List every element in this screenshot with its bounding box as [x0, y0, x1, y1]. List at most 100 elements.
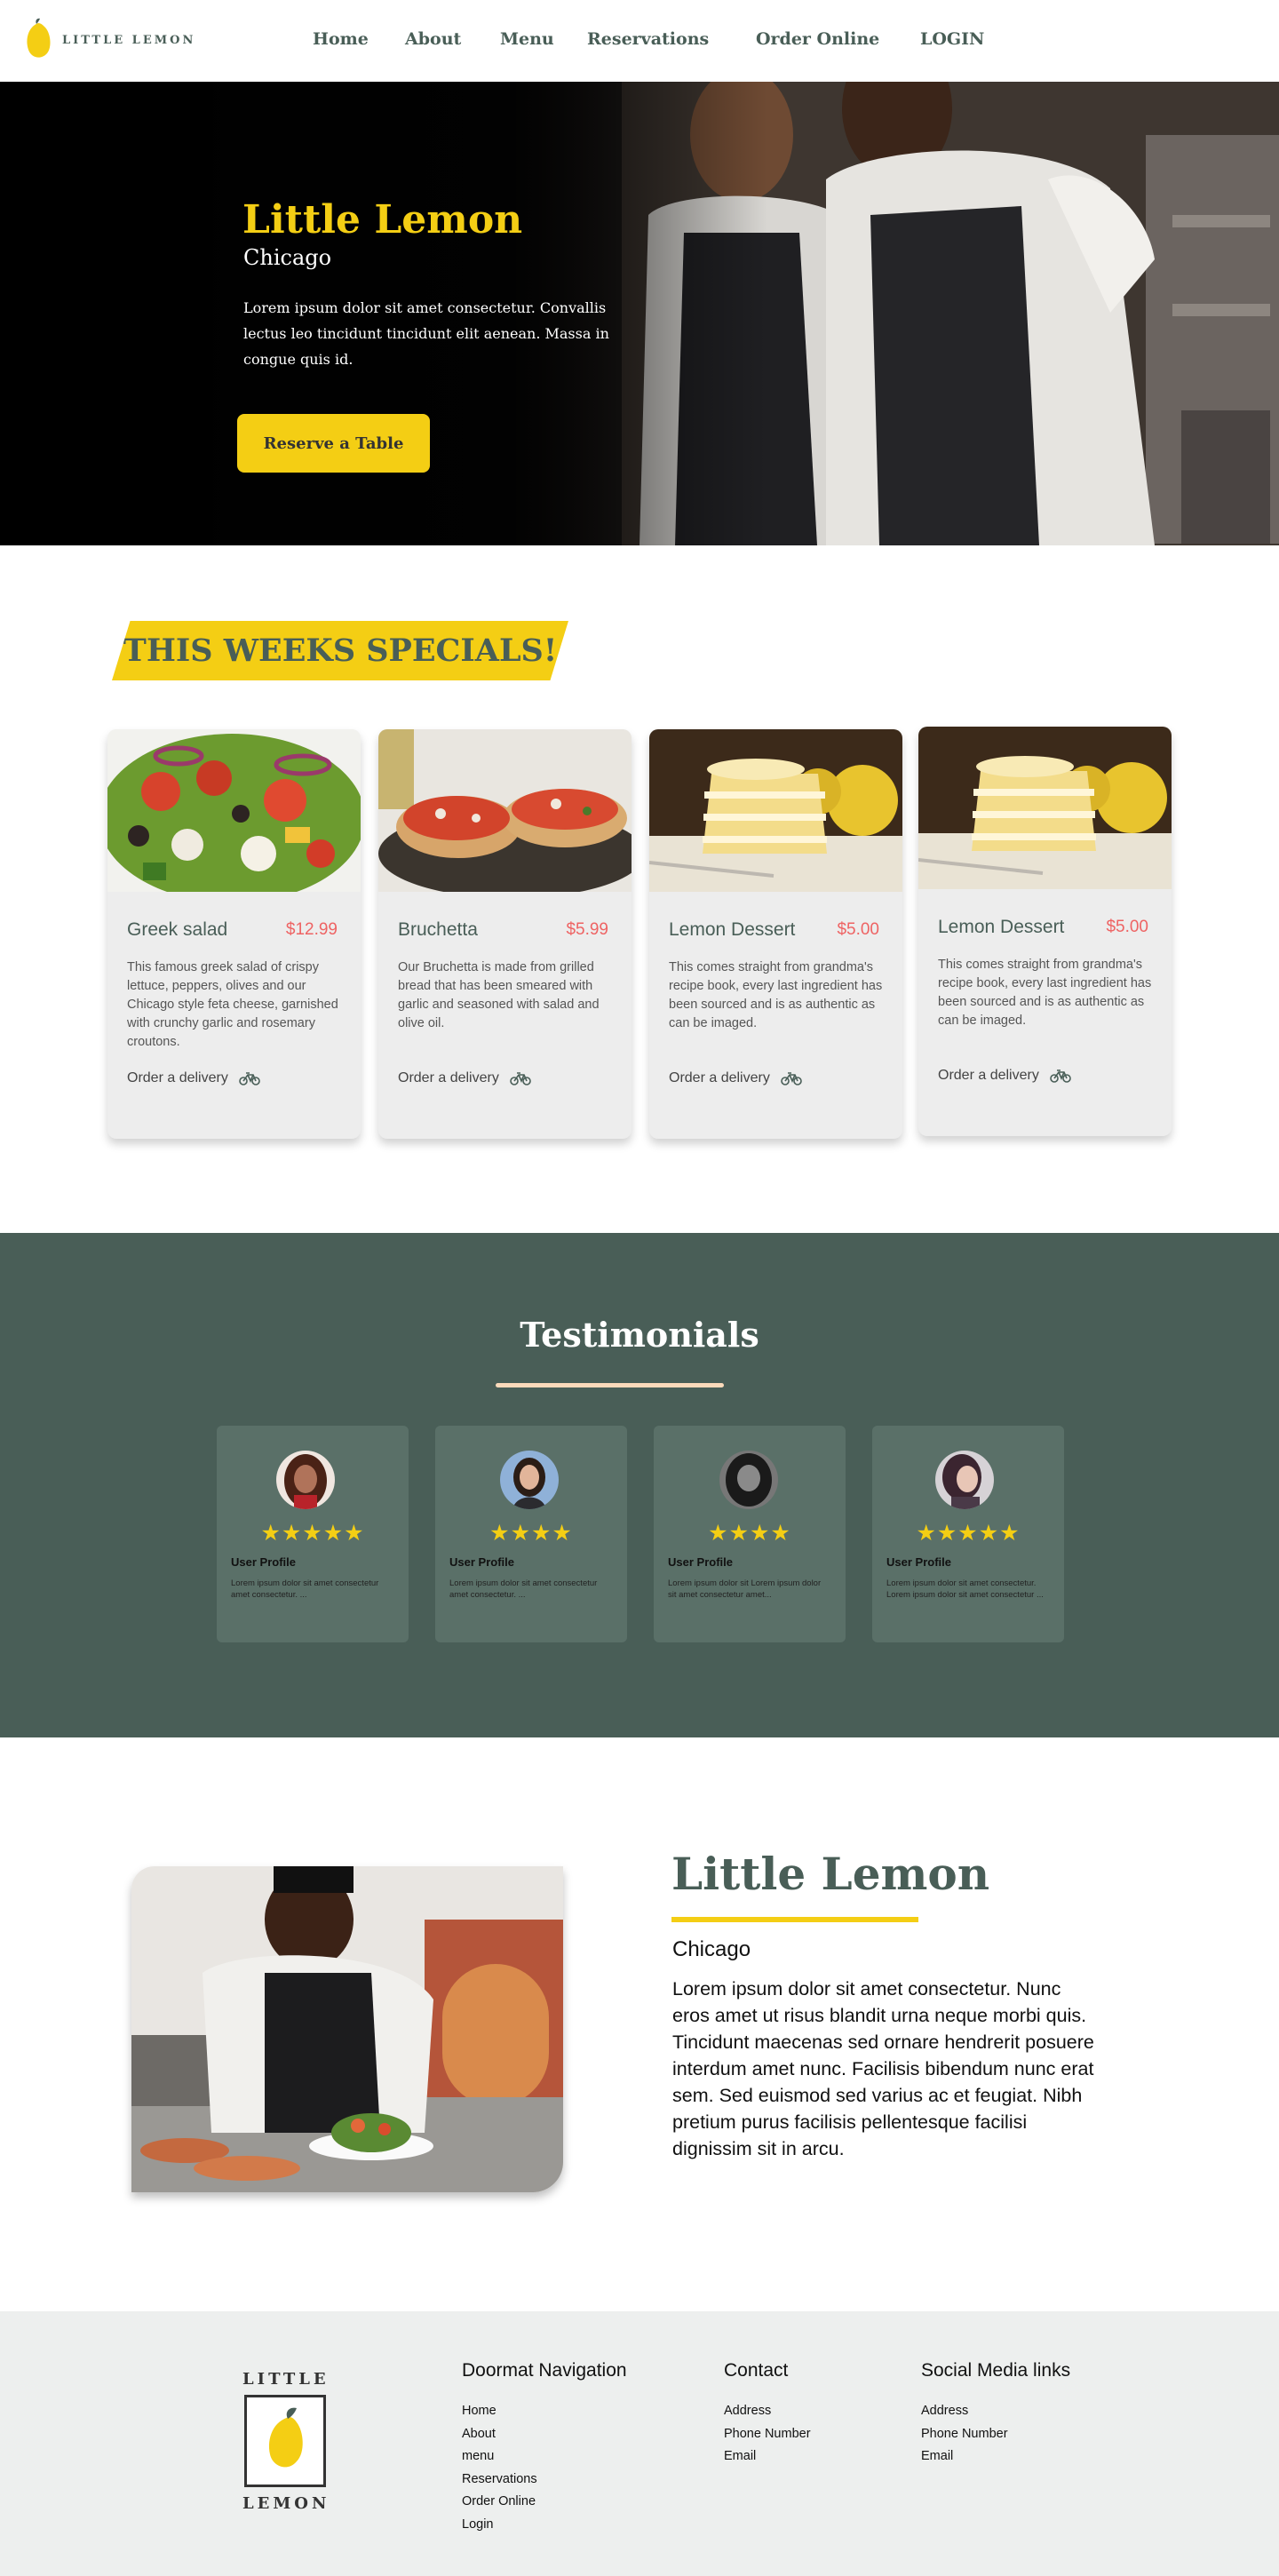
footer-doormat-list: Home About menu Reservations Order Onlin… [462, 2400, 537, 2536]
about-subtitle: Chicago [672, 1937, 751, 1961]
avatar [276, 1451, 335, 1509]
testimonial-card: ★★★★★ User Profile Lorem ipsum dolor sit… [217, 1426, 409, 1642]
special-card[interactable]: Lemon Dessert $5.00 This comes straight … [918, 727, 1172, 1136]
dish-price: $5.00 [837, 920, 879, 939]
dish-name: Lemon Dessert [938, 917, 1065, 937]
dish-price: $12.99 [285, 920, 338, 939]
nav-order-online[interactable]: Order Online [756, 29, 879, 49]
special-card[interactable]: Bruchetta $5.99 Our Bruchetta is made fr… [378, 729, 632, 1139]
bicycle-icon [510, 1072, 531, 1085]
dish-name: Lemon Dessert [669, 919, 796, 940]
footer-contact-list: Address Phone Number Email [724, 2400, 811, 2469]
hero-section: Little Lemon Chicago Lorem ipsum dolor s… [0, 82, 1279, 545]
special-card[interactable]: Lemon Dessert $5.00 This comes straight … [649, 729, 902, 1139]
hero-subtitle: Chicago [243, 245, 332, 270]
page: LITTLE LEMON Home About Menu Reservation… [0, 0, 1279, 2576]
order-delivery-label: Order a delivery [127, 1070, 228, 1085]
dish-description: Our Bruchetta is made from grilled bread… [398, 960, 600, 1030]
lemon-dessert-image [649, 729, 902, 892]
bicycle-icon [781, 1072, 802, 1085]
footer-social-phone[interactable]: Phone Number [921, 2423, 1008, 2446]
dish-name: Greek salad [127, 919, 228, 940]
footer-social-title: Social Media links [921, 2360, 1071, 2381]
lemon-logo-icon [27, 18, 51, 58]
footer-contact-address[interactable]: Address [724, 2400, 811, 2423]
testimonial-text: Lorem ipsum dolor sit amet consectetur a… [449, 1578, 598, 1600]
bicycle-icon [239, 1072, 260, 1085]
lemon-logo-icon [268, 2407, 303, 2468]
nav-login[interactable]: LOGIN [920, 29, 984, 49]
chef-plating-image [131, 1866, 563, 2192]
special-card[interactable]: Greek salad $12.99 This famous greek sal… [107, 729, 361, 1139]
avatar [500, 1451, 559, 1509]
footer-link-login[interactable]: Login [462, 2514, 537, 2537]
order-delivery-label: Order a delivery [938, 1068, 1039, 1083]
footer-contact-email[interactable]: Email [724, 2445, 811, 2469]
dish-description: This famous greek salad of crispy lettuc… [127, 960, 338, 1049]
user-profile-name: User Profile [449, 1555, 514, 1569]
specials-heading-text: THIS WEEKS SPECIALS! [123, 632, 558, 669]
star-rating: ★★★★ [489, 1521, 573, 1546]
order-delivery-link[interactable]: Order a delivery [398, 1070, 531, 1086]
star-rating: ★★★★★ [260, 1521, 365, 1546]
specials-heading: THIS WEEKS SPECIALS! [112, 621, 568, 680]
about-underline [671, 1917, 918, 1922]
footer-link-menu[interactable]: menu [462, 2445, 537, 2469]
testimonial-text: Lorem ipsum dolor sit amet consectetur. … [886, 1578, 1044, 1600]
dish-name: Bruchetta [398, 919, 478, 940]
footer-contact-phone[interactable]: Phone Number [724, 2423, 811, 2446]
footer: LITTLE LEMON Doormat Navigation Home Abo… [0, 2311, 1279, 2576]
footer-social-list: Address Phone Number Email [921, 2400, 1008, 2469]
hero-description: Lorem ipsum dolor sit amet consectetur. … [243, 299, 609, 368]
reserve-table-button[interactable]: Reserve a Table [237, 414, 430, 473]
site-logo[interactable]: LITTLE LEMON [23, 18, 195, 62]
user-profile-name: User Profile [886, 1555, 951, 1569]
nav-menu[interactable]: Menu [500, 29, 554, 49]
bicycle-icon [1050, 1069, 1071, 1083]
dish-price: $5.00 [1106, 918, 1148, 936]
hero-chefs-image [0, 82, 1279, 545]
footer-link-about[interactable]: About [462, 2423, 537, 2446]
user-profile-name: User Profile [668, 1555, 733, 1569]
testimonial-card: ★★★★ User Profile Lorem ipsum dolor sit … [654, 1426, 846, 1642]
testimonials-underline [496, 1383, 724, 1387]
testimonial-card: ★★★★★ User Profile Lorem ipsum dolor sit… [872, 1426, 1064, 1642]
footer-contact-title: Contact [724, 2360, 789, 2381]
user-profile-name: User Profile [231, 1555, 296, 1569]
about-description: Lorem ipsum dolor sit amet consectetur. … [672, 1978, 1094, 2159]
testimonials-section: Testimonials ★★★★★ User Profile Lorem ip… [0, 1233, 1279, 1737]
footer-social-email[interactable]: Email [921, 2445, 1008, 2469]
testimonial-text: Lorem ipsum dolor sit Lorem ipsum dolor … [668, 1578, 822, 1600]
star-rating: ★★★★ [708, 1521, 791, 1546]
top-nav: LITTLE LEMON Home About Menu Reservation… [0, 0, 1279, 82]
testimonial-card: ★★★★ User Profile Lorem ipsum dolor sit … [435, 1426, 627, 1642]
star-rating: ★★★★★ [916, 1521, 1021, 1546]
order-delivery-link[interactable]: Order a delivery [938, 1068, 1071, 1084]
hero-title: Little Lemon [242, 197, 523, 242]
dish-description: This comes straight from grandma's recip… [669, 960, 883, 1030]
order-delivery-link[interactable]: Order a delivery [669, 1070, 802, 1086]
footer-link-reservations[interactable]: Reservations [462, 2469, 537, 2492]
footer-social-address[interactable]: Address [921, 2400, 1008, 2423]
footer-logo-bottom: LEMON [242, 2494, 330, 2513]
lemon-dessert-image [918, 727, 1172, 889]
footer-link-order-online[interactable]: Order Online [462, 2491, 537, 2514]
order-delivery-label: Order a delivery [669, 1070, 770, 1085]
nav-home[interactable]: Home [313, 29, 369, 49]
dish-description: This comes straight from grandma's recip… [938, 958, 1152, 1028]
footer-logo-top: LITTLE [242, 2370, 330, 2389]
order-delivery-link[interactable]: Order a delivery [127, 1070, 260, 1086]
greek-salad-image [107, 729, 361, 902]
order-delivery-label: Order a delivery [398, 1070, 499, 1085]
nav-reservations[interactable]: Reservations [587, 29, 709, 49]
dish-price: $5.99 [566, 920, 608, 939]
bruchetta-image [378, 729, 632, 898]
avatar [719, 1451, 778, 1509]
footer-link-home[interactable]: Home [462, 2400, 537, 2423]
nav-about[interactable]: About [405, 29, 461, 49]
avatar [935, 1451, 994, 1509]
testimonials-title: Testimonials [520, 1315, 759, 1355]
logo-text: LITTLE LEMON [62, 33, 196, 47]
footer-logo[interactable] [244, 2395, 326, 2487]
testimonial-text: Lorem ipsum dolor sit amet consectetur a… [231, 1578, 379, 1600]
